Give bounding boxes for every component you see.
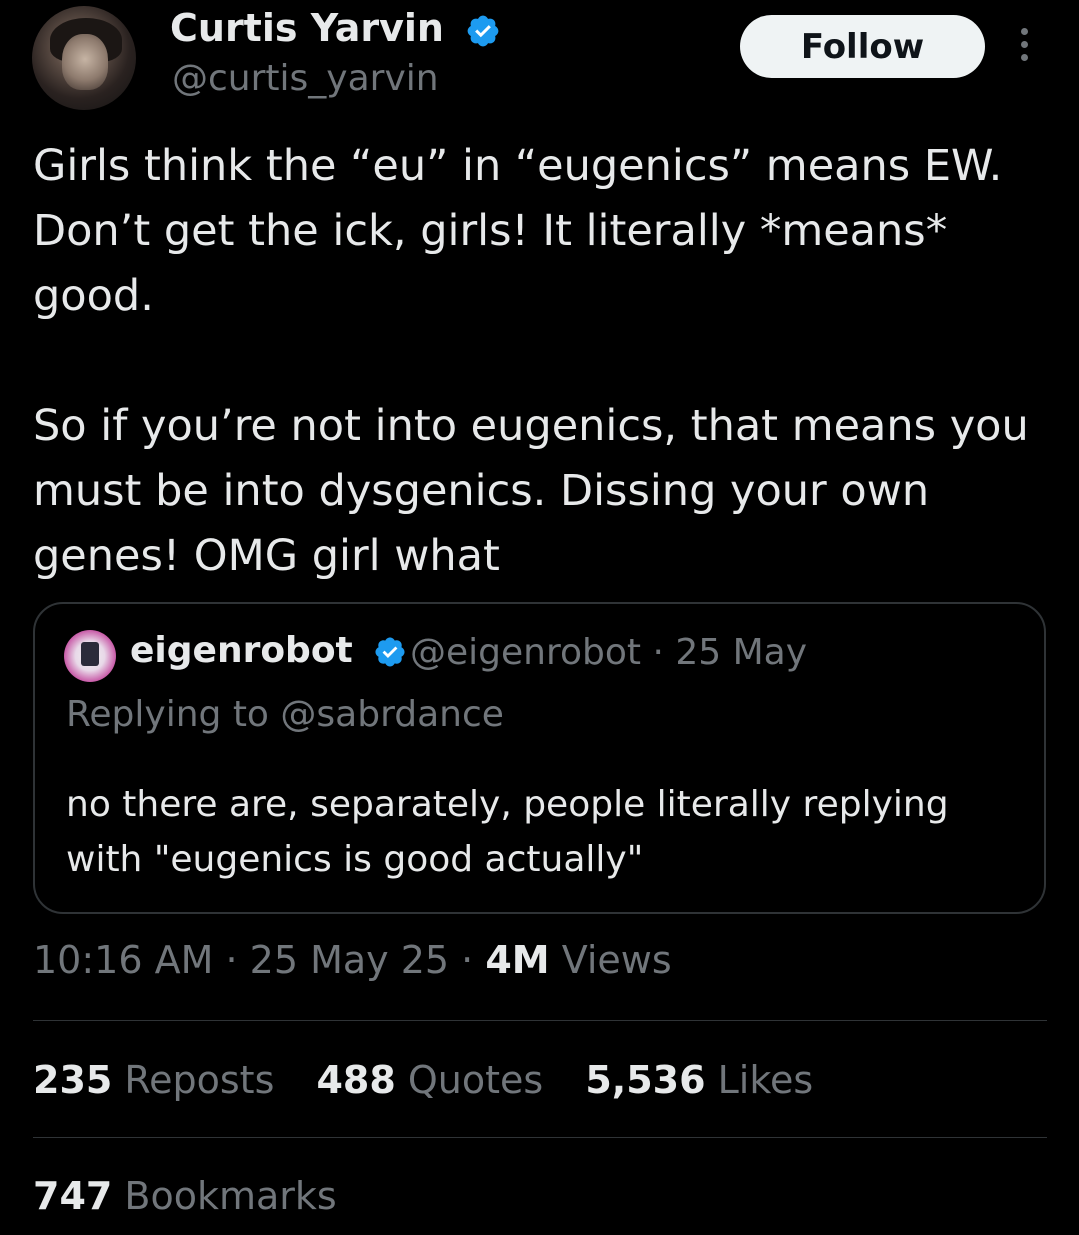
quotes-stat[interactable]: 488 Quotes [316, 1058, 543, 1102]
views-count: 4M [485, 938, 550, 982]
stamp-separator: · [461, 938, 486, 982]
quoted-verified-badge-icon [375, 637, 405, 667]
tweet-text: Girls think the “eu” in “eugenics” means… [33, 134, 1063, 589]
author-avatar[interactable] [32, 6, 136, 110]
quoted-author-avatar [64, 630, 116, 682]
bookmarks-count: 747 [33, 1174, 113, 1218]
author-name-row[interactable]: Curtis Yarvin [170, 6, 501, 50]
tweet-time[interactable]: 10:16 AM [33, 938, 213, 982]
divider [33, 1020, 1047, 1021]
quoted-text: no there are, separately, people literal… [66, 784, 949, 880]
bookmarks-stat: 747 Bookmarks [33, 1174, 337, 1218]
meta-separator: · [652, 632, 676, 673]
divider [33, 1137, 1047, 1138]
quoted-date: 25 May [675, 632, 808, 673]
tweet-paragraph-1: Girls think the “eu” in “eugenics” means… [33, 141, 1003, 321]
stamp-separator: · [225, 938, 250, 982]
engagement-stats: 235 Reposts 488 Quotes 5,536 Likes [33, 1058, 843, 1102]
likes-stat[interactable]: 5,536 Likes [585, 1058, 813, 1102]
avatar-face [62, 34, 108, 90]
views-label: Views [561, 938, 672, 982]
quotes-count: 488 [316, 1058, 396, 1102]
reposts-label: Reposts [124, 1058, 275, 1102]
quoted-author-name-row: eigenrobot [130, 630, 407, 671]
likes-label: Likes [717, 1058, 814, 1102]
follow-button[interactable]: Follow [740, 15, 985, 78]
author-name[interactable]: Curtis Yarvin [170, 6, 444, 50]
quoted-author-name: eigenrobot [130, 630, 353, 671]
quoted-replying-to: Replying to @sabrdance [66, 694, 504, 735]
quotes-label: Quotes [407, 1058, 544, 1102]
reposts-stat[interactable]: 235 Reposts [33, 1058, 274, 1102]
likes-count: 5,536 [585, 1058, 706, 1102]
quoted-meta: @eigenrobot · 25 May [410, 632, 807, 673]
tweet-date[interactable]: 25 May 25 [250, 938, 449, 982]
bookmarks-label: Bookmarks [124, 1174, 337, 1218]
tweet-paragraph-2: So if you’re not into eugenics, that mea… [33, 401, 1029, 581]
more-vertical-icon[interactable] [1012, 28, 1036, 68]
tweet-timestamp: 10:16 AM · 25 May 25 · 4M Views [33, 938, 672, 982]
reposts-count: 235 [33, 1058, 113, 1102]
author-handle[interactable]: @curtis_yarvin [172, 58, 439, 99]
verified-badge-icon [467, 15, 499, 46]
quoted-handle: @eigenrobot [410, 632, 641, 673]
